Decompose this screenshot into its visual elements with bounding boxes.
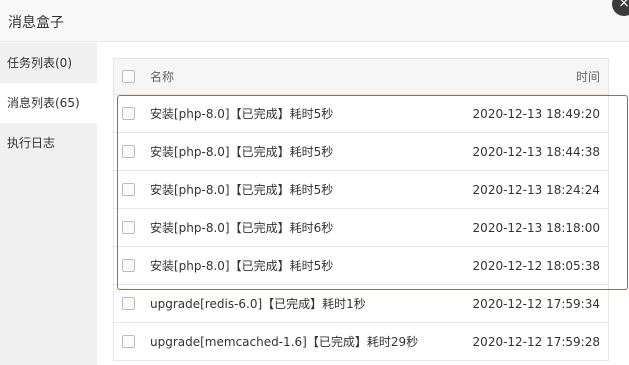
message-table: 名称 时间 安装[php-8.0]【已完成】耗时5秒 2020-12-13 18…	[113, 58, 609, 361]
column-header-time: 时间	[575, 70, 600, 84]
sidebar-item-tasks[interactable]: 任务列表(0)	[0, 43, 97, 83]
message-time: 2020-12-13 18:24:24	[472, 183, 600, 197]
message-name: 安装[php-8.0]【已完成】耗时5秒	[150, 107, 334, 121]
message-time: 2020-12-13 18:49:20	[472, 107, 600, 121]
row-checkbox[interactable]	[122, 183, 135, 196]
table-row: upgrade[redis-6.0]【已完成】耗时1秒 2020-12-12 1…	[114, 285, 608, 323]
message-name: upgrade[redis-6.0]【已完成】耗时1秒	[150, 297, 366, 311]
message-name: 安装[php-8.0]【已完成】耗时5秒	[150, 183, 334, 197]
row-checkbox[interactable]	[122, 107, 135, 120]
message-list-panel: 名称 时间 安装[php-8.0]【已完成】耗时5秒 2020-12-13 18…	[97, 43, 629, 365]
column-header-name: 名称	[150, 70, 175, 84]
dialog-title: 消息盒子	[8, 15, 64, 31]
sidebar-item-exec-log[interactable]: 执行日志	[0, 123, 97, 163]
message-name: 安装[php-8.0]【已完成】耗时6秒	[150, 221, 334, 235]
message-time: 2020-12-12 17:59:34	[472, 297, 600, 311]
sidebar-item-label: 执行日志	[7, 136, 56, 150]
sidebar-item-label: 任务列表(0)	[7, 56, 72, 70]
message-box-dialog: 消息盒子 × 任务列表(0) 消息列表(65) 执行日志 名称 时间 安装[ph…	[0, 0, 629, 365]
message-time: 2020-12-13 18:18:00	[472, 221, 600, 235]
sidebar-item-label: 消息列表(65)	[7, 96, 80, 110]
message-name: 安装[php-8.0]【已完成】耗时5秒	[150, 145, 334, 159]
row-checkbox[interactable]	[122, 297, 135, 310]
table-row: 安装[php-8.0]【已完成】耗时5秒 2020-12-13 18:49:20	[114, 95, 608, 133]
table-row: 安装[php-8.0]【已完成】耗时6秒 2020-12-13 18:18:00	[114, 209, 608, 247]
row-checkbox[interactable]	[122, 221, 135, 234]
message-time: 2020-12-12 18:05:38	[472, 259, 600, 273]
sidebar: 任务列表(0) 消息列表(65) 执行日志	[0, 43, 97, 365]
row-checkbox[interactable]	[122, 145, 135, 158]
table-row: upgrade[memcached-1.6]【已完成】耗时29秒 2020-12…	[114, 323, 608, 361]
table-row: 安装[php-8.0]【已完成】耗时5秒 2020-12-12 18:05:38	[114, 247, 608, 285]
row-checkbox[interactable]	[122, 335, 135, 348]
table-header-row: 名称 时间	[114, 59, 608, 95]
table-row: 安装[php-8.0]【已完成】耗时5秒 2020-12-13 18:44:38	[114, 133, 608, 171]
table-row: 安装[php-8.0]【已完成】耗时5秒 2020-12-13 18:24:24	[114, 171, 608, 209]
select-all-checkbox[interactable]	[122, 70, 135, 83]
dialog-title-bar: 消息盒子	[0, 0, 629, 42]
row-checkbox[interactable]	[122, 259, 135, 272]
message-name: upgrade[memcached-1.6]【已完成】耗时29秒	[150, 335, 419, 349]
message-time: 2020-12-13 18:44:38	[472, 145, 600, 159]
sidebar-item-messages[interactable]: 消息列表(65)	[0, 83, 97, 123]
message-time: 2020-12-12 17:59:28	[472, 335, 600, 349]
message-name: 安装[php-8.0]【已完成】耗时5秒	[150, 259, 334, 273]
